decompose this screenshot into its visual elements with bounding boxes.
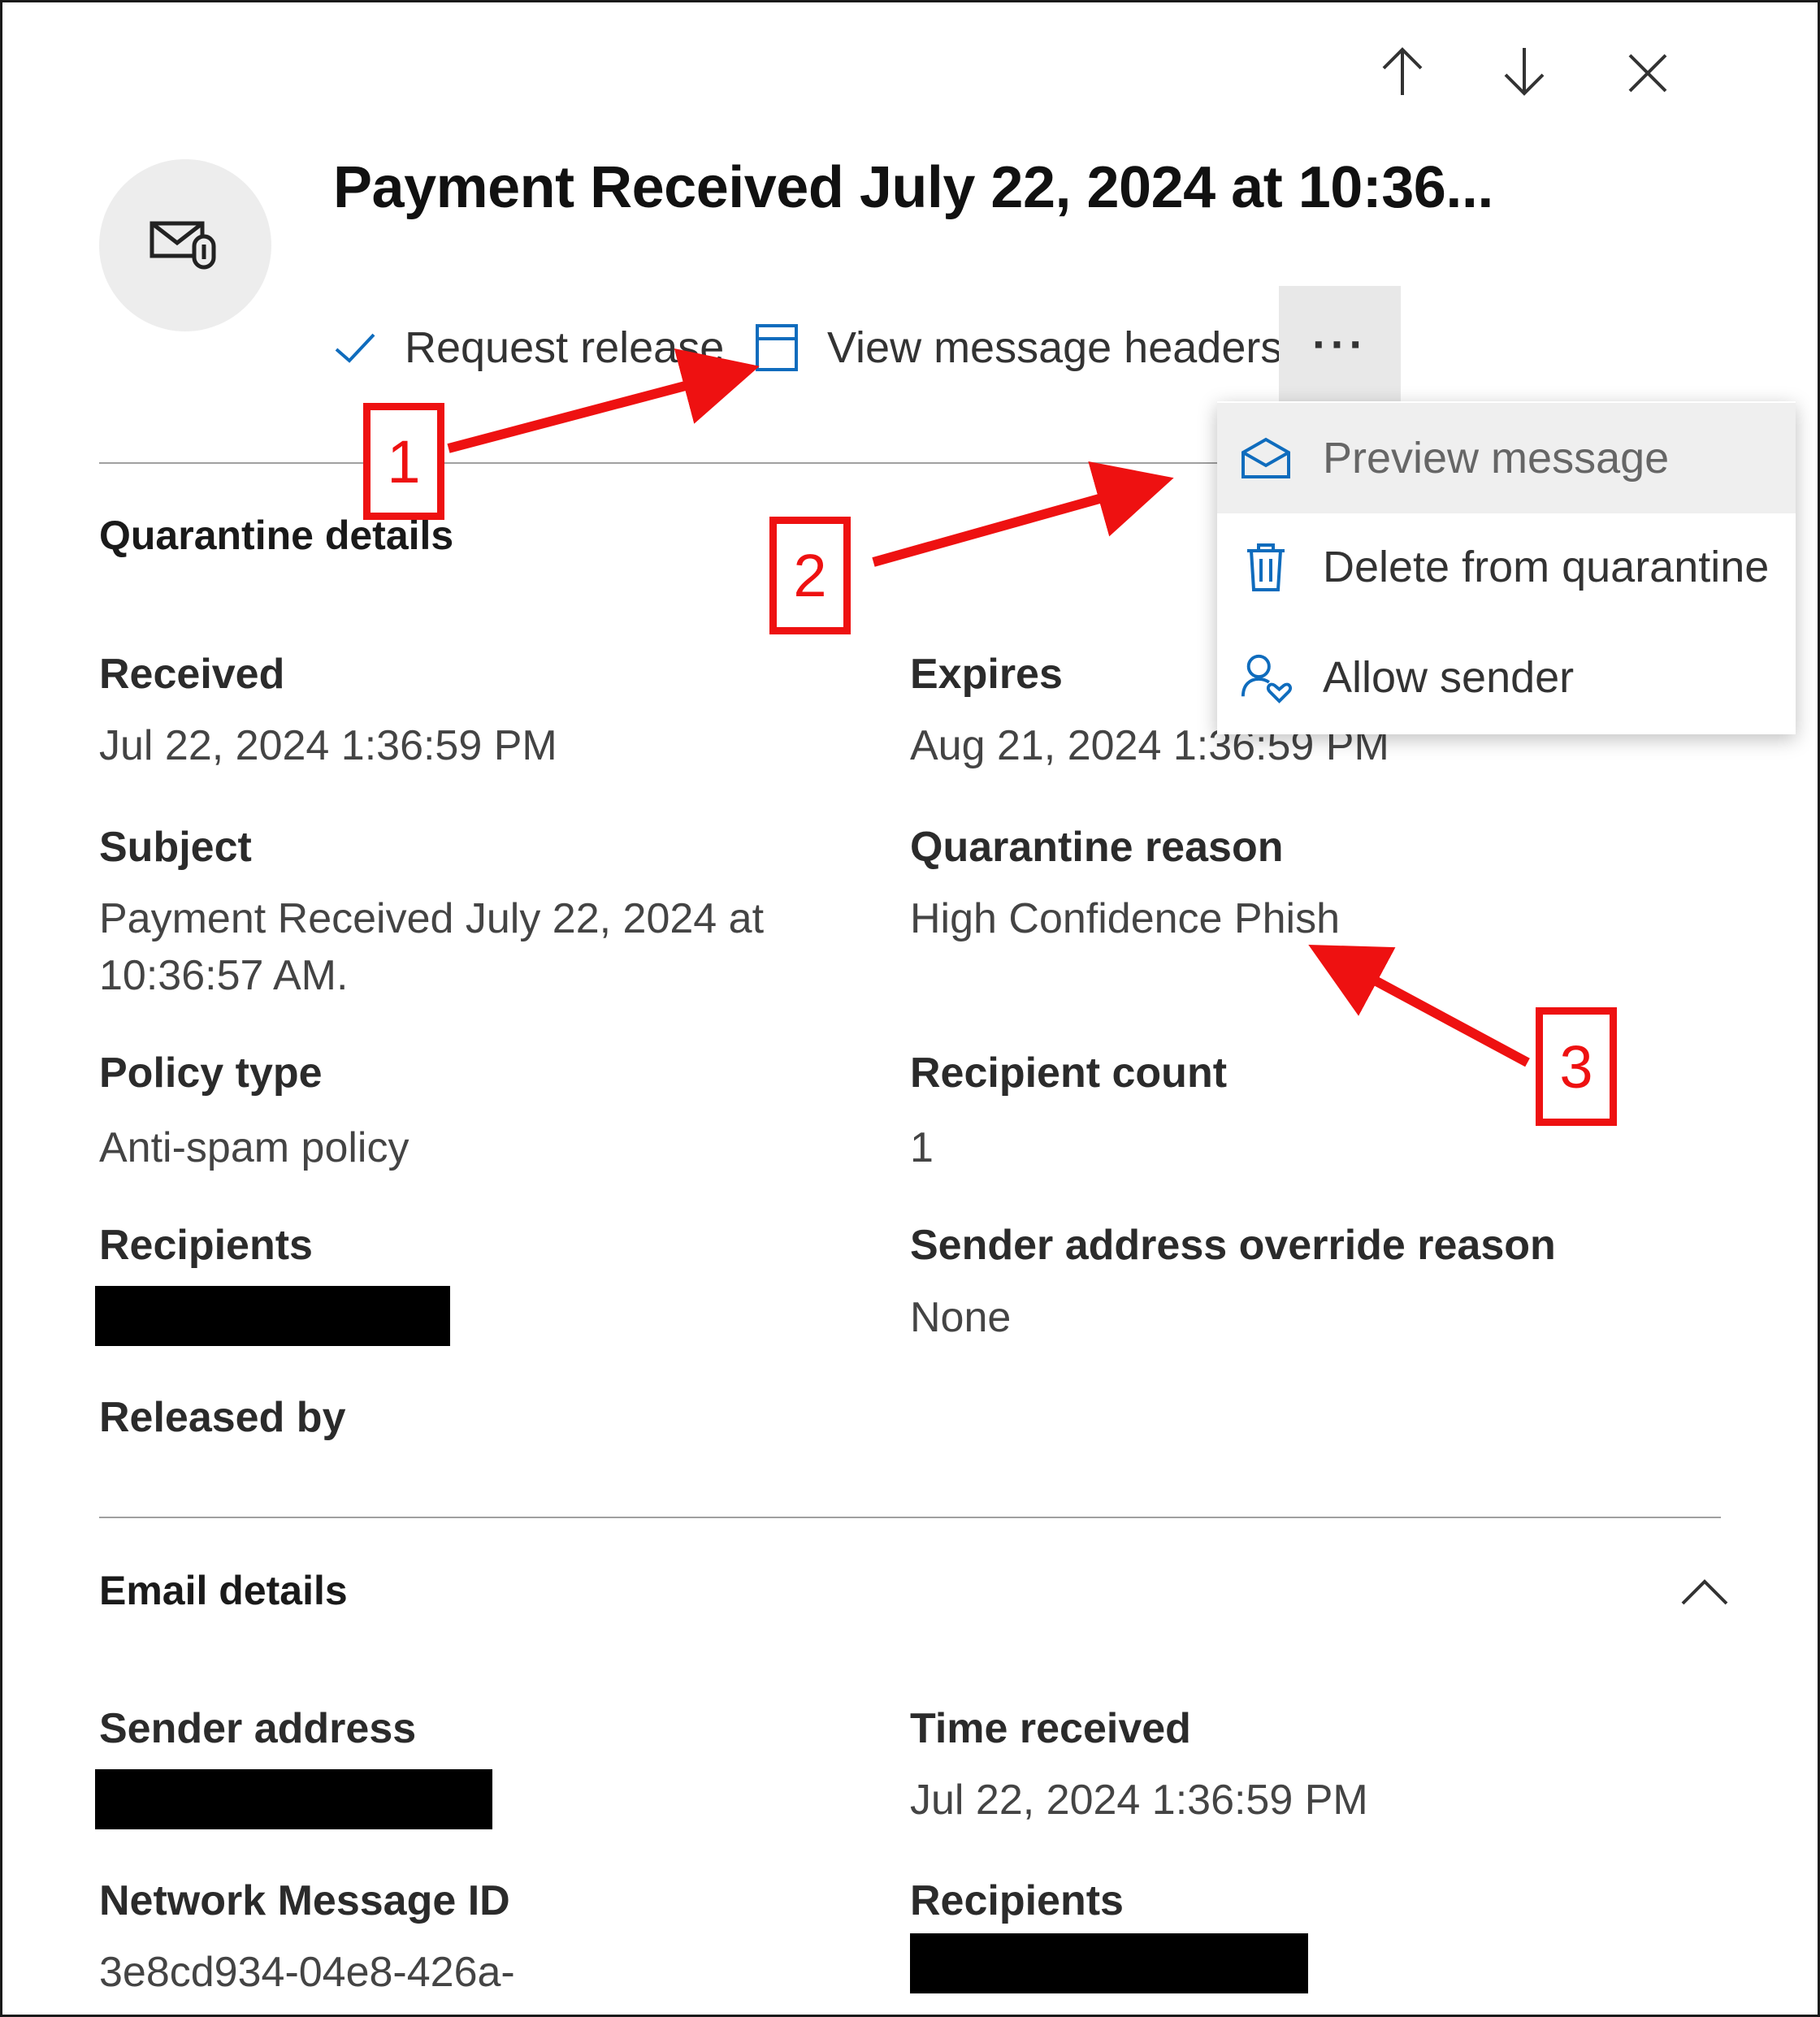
callout-3-arrow (1308, 944, 1530, 1067)
callout-1-arrow (447, 348, 760, 453)
callout-2-arrow (872, 461, 1174, 567)
callout-1: 1 (363, 403, 444, 520)
callout-2: 2 (769, 517, 851, 634)
callout-3: 3 (1536, 1007, 1617, 1126)
